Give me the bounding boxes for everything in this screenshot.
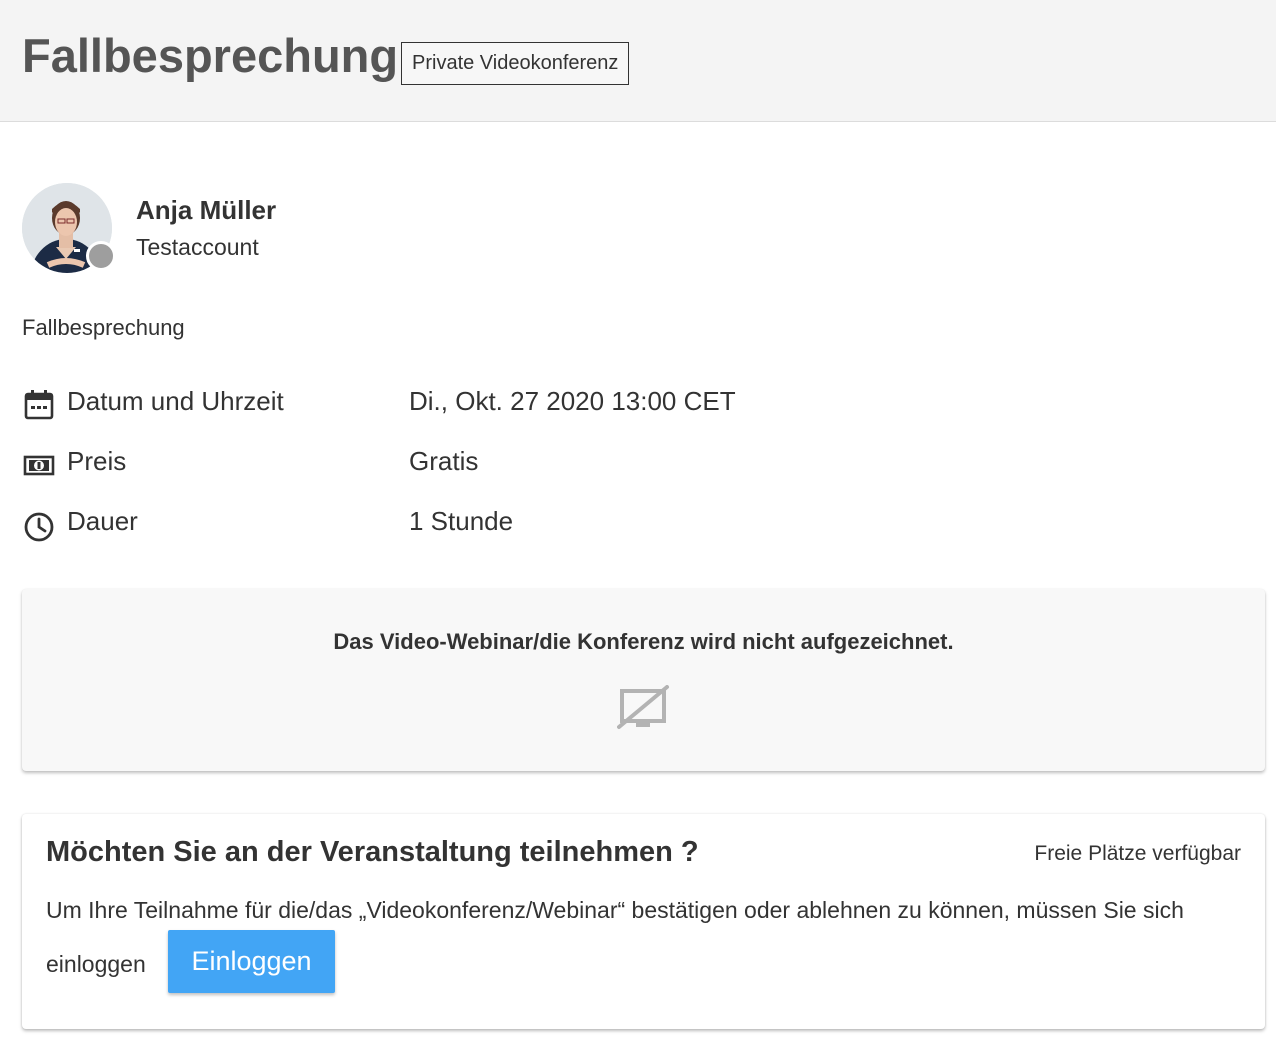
login-button[interactable]: Einloggen <box>168 930 335 993</box>
host-role: Testaccount <box>136 234 259 260</box>
page-header: Fallbesprechung Private Videokonferenz <box>0 0 1276 122</box>
detail-value: 1 Stunde <box>409 506 514 536</box>
detail-row-date: Datum und Uhrzeit Di., Okt. 27 2020 13:0… <box>22 384 922 420</box>
detail-row-duration: Dauer 1 Stunde <box>22 504 922 542</box>
detail-row-price: Preis Gratis <box>22 444 922 480</box>
recording-notice-text: Das Video-Webinar/die Konferenz wird nic… <box>333 629 954 654</box>
recording-notice-card: Das Video-Webinar/die Konferenz wird nic… <box>22 589 1265 771</box>
host-name[interactable]: Anja Müller <box>136 195 276 226</box>
money-icon <box>22 448 56 482</box>
join-card: Möchten Sie an der Veranstaltung teilneh… <box>22 814 1265 1029</box>
event-description: Fallbesprechung <box>22 315 185 340</box>
host-info: Anja Müller Testaccount <box>22 183 422 275</box>
no-recording-icon <box>617 685 671 731</box>
detail-value: Di., Okt. 27 2020 13:00 CET <box>409 386 736 416</box>
calendar-icon <box>22 388 56 422</box>
join-title: Möchten Sie an der Veranstaltung teilneh… <box>46 836 699 868</box>
join-instructions: Um Ihre Teilnahme für die/das „Videokonf… <box>46 897 1184 923</box>
seats-available: Freie Plätze verfügbar <box>1034 842 1241 865</box>
detail-label: Dauer <box>67 506 138 536</box>
detail-value: Gratis <box>409 446 479 476</box>
page-title: Fallbesprechung <box>22 29 399 82</box>
clock-icon <box>22 508 56 542</box>
join-instructions-cont: einloggen <box>46 951 146 977</box>
status-indicator <box>86 241 116 271</box>
detail-label: Datum und Uhrzeit <box>67 386 284 416</box>
detail-label: Preis <box>67 446 127 476</box>
conference-type-badge: Private Videokonferenz <box>401 42 630 85</box>
